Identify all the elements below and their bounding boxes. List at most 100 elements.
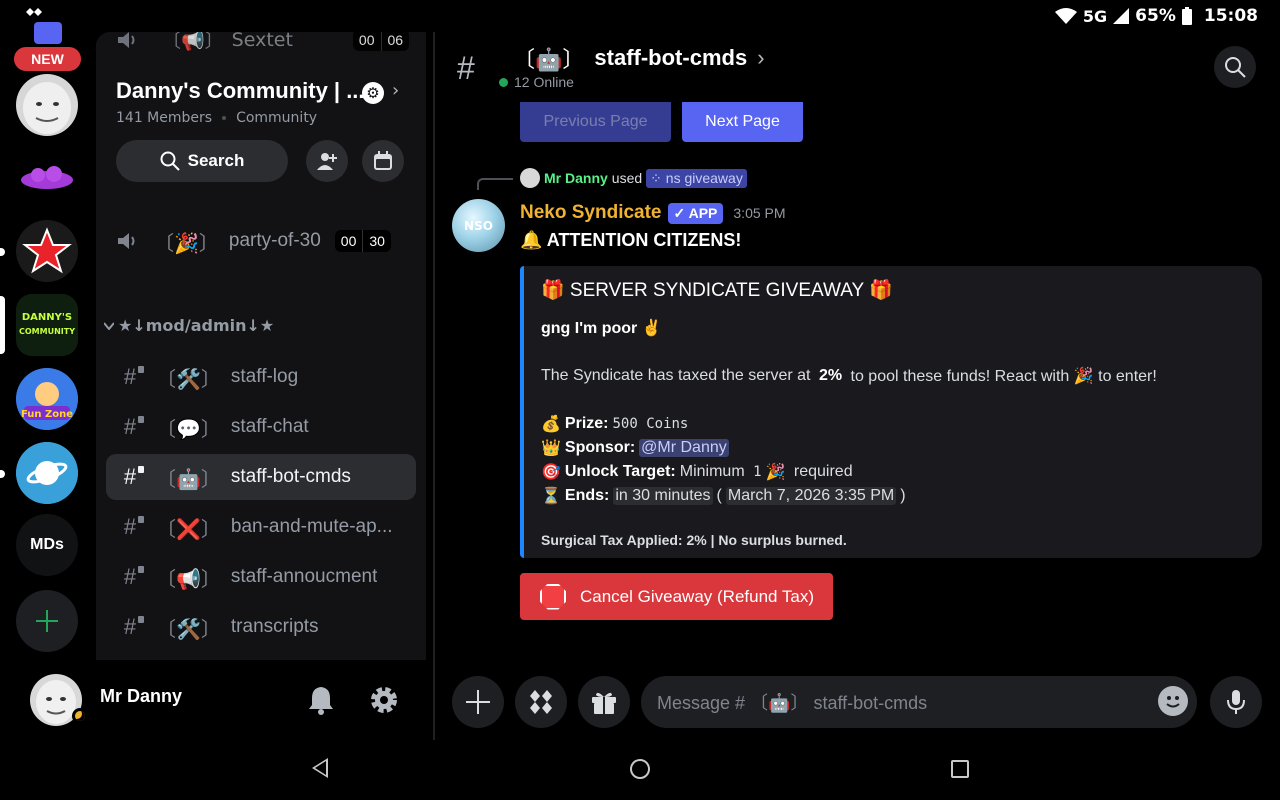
- bot-avatar[interactable]: NSO: [452, 199, 505, 252]
- hourglass-icon: ⏳: [541, 488, 561, 505]
- add-server-button[interactable]: [16, 590, 78, 652]
- voice-message-button[interactable]: [1210, 676, 1262, 728]
- channel-staff-annoucment[interactable]: # 〔📢〕 staff-annoucment: [106, 554, 416, 600]
- separator-dot: [222, 116, 227, 120]
- unlock-post: required: [789, 463, 853, 480]
- body-text-post: to pool these funds! React with 🎉 to ent…: [846, 368, 1157, 385]
- speaker-icon: [118, 233, 135, 249]
- embed-body: The Syndicate has taxed the server at 2%…: [541, 366, 1157, 386]
- channel-name: Sextet: [231, 32, 293, 51]
- prize-line: 💰 Prize: 500 Coins: [541, 414, 688, 434]
- member-count: 141 Members: [116, 110, 213, 126]
- user-name[interactable]: Mr Danny: [100, 686, 182, 707]
- settings-gear-icon[interactable]: [368, 684, 400, 716]
- cloud-icon: [21, 166, 73, 189]
- party-popper-icon: 🎉: [765, 464, 786, 481]
- unlock-line: 🎯 Unlock Target: Minimum 1 🎉 required: [541, 462, 853, 482]
- channel-header: # 〔🤖〕 staff-bot-cmds › 12 Online: [435, 32, 1280, 104]
- category-mod-admin[interactable]: ★↓mod/admin↓★: [104, 316, 274, 335]
- gift-icon: [592, 692, 616, 714]
- signal-icon: [1113, 8, 1130, 24]
- invite-members-button[interactable]: [306, 140, 348, 182]
- server-icon-mds[interactable]: MDs: [16, 514, 78, 576]
- channel-transcripts[interactable]: # 〔🛠️〕 transcripts: [106, 604, 416, 650]
- stop-sign-icon: [540, 583, 566, 610]
- unread-indicator: [0, 470, 5, 478]
- guild-type: Community: [236, 110, 318, 126]
- guild-name[interactable]: Danny's Community | ...: [116, 78, 365, 104]
- unlock-number: 1: [753, 464, 762, 480]
- emoji-picker-icon[interactable]: [1158, 686, 1188, 716]
- prize-label: Prize:: [564, 415, 609, 432]
- unread-indicator: [0, 248, 5, 256]
- events-button[interactable]: [362, 140, 404, 182]
- server-icon-planet[interactable]: [16, 442, 78, 504]
- server-icon-meme-face[interactable]: [16, 74, 78, 136]
- voice-channel-party-of-30[interactable]: 〔🎉〕 party-of-30 00 30: [106, 218, 416, 264]
- next-page-button[interactable]: Next Page: [682, 102, 803, 142]
- direct-messages-icon[interactable]: [34, 22, 62, 44]
- idle-status-icon: [72, 708, 88, 724]
- microphone-icon: [1227, 690, 1245, 714]
- channel-staff-log[interactable]: # 〔🛠️〕 staff-log: [106, 354, 416, 400]
- voice-user-count: 00 30: [334, 230, 391, 252]
- chevron-right-icon: ›: [757, 45, 765, 70]
- sponsor-mention[interactable]: @Mr Danny: [639, 439, 729, 457]
- guild-settings-gear-icon[interactable]: ⚙: [362, 82, 384, 104]
- svg-text:DANNY'S: DANNY'S: [22, 312, 72, 323]
- plus-icon: [466, 690, 490, 714]
- chevron-right-icon[interactable]: ›: [392, 80, 399, 101]
- channel-emoji: 〔🤖〕: [513, 47, 585, 72]
- channel-emoji: 〔📢〕: [156, 566, 221, 591]
- server-icon-red-star[interactable]: [16, 220, 78, 282]
- add-user-icon: [317, 153, 337, 170]
- channel-staff-chat[interactable]: # 〔💬〕 staff-chat: [106, 404, 416, 450]
- back-nav-icon[interactable]: [312, 758, 328, 778]
- channel-ban-and-mute[interactable]: # 〔❌〕 ban-and-mute-ap...: [106, 504, 416, 550]
- user-panel: Mr Danny: [0, 660, 434, 740]
- message-author[interactable]: Neko Syndicate: [520, 202, 662, 224]
- status-bar: 5G 65% 15:08: [0, 0, 1280, 34]
- recents-nav-icon[interactable]: [951, 760, 969, 778]
- ends-label: Ends:: [564, 487, 610, 504]
- attach-plus-button[interactable]: [452, 676, 504, 728]
- channel-staff-bot-cmds[interactable]: # 〔🤖〕 staff-bot-cmds: [106, 454, 416, 500]
- home-nav-icon[interactable]: [630, 759, 650, 779]
- server-icon-fun-zone[interactable]: Fun Zone: [16, 368, 78, 430]
- apps-button[interactable]: [515, 676, 567, 728]
- channel-name: transcripts: [230, 616, 319, 637]
- new-badge: NEW: [11, 44, 84, 74]
- server-icon-purple-cloud[interactable]: [16, 148, 78, 210]
- cancel-giveaway-button[interactable]: Cancel Giveaway (Refund Tax): [520, 573, 833, 620]
- cancel-label: Cancel Giveaway (Refund Tax): [580, 586, 815, 606]
- search-label: Search: [187, 151, 245, 170]
- smile-icon: [1166, 696, 1180, 708]
- open-paren: (: [716, 487, 722, 504]
- slash-command[interactable]: ⁘ ns giveaway: [646, 168, 747, 188]
- voice-count-limit: 06: [380, 32, 410, 51]
- message-input[interactable]: Message # 〔🤖〕 staff-bot-cmds: [641, 676, 1197, 728]
- planet-icon: [16, 442, 78, 504]
- apps-icon: [530, 690, 552, 714]
- svg-text:COMMUNITY: COMMUNITY: [19, 327, 75, 336]
- server-icon-dannys-community[interactable]: DANNY'S COMMUNITY: [16, 294, 78, 356]
- previous-page-button[interactable]: Previous Page: [520, 102, 671, 142]
- hash-lock-icon: #: [118, 614, 144, 640]
- message-content: 🔔 ATTENTION CITIZENS!: [520, 230, 742, 250]
- embed-footer: Surgical Tax Applied: 2% | No surplus bu…: [541, 532, 847, 548]
- reply-user: Mr Danny: [544, 170, 608, 186]
- prize-value: 500 Coins: [612, 416, 689, 432]
- partial-channel-sextet[interactable]: 〔📢〕 Sextet 00 06: [118, 32, 410, 53]
- channel-search-button[interactable]: [1214, 46, 1256, 88]
- ends-absolute-time[interactable]: March 7, 2026 3:35 PM: [725, 487, 897, 505]
- reply-connector: [477, 178, 513, 190]
- interaction-reply[interactable]: Mr Danny used ⁘ ns giveaway: [520, 168, 747, 188]
- notifications-bell-icon[interactable]: [305, 684, 337, 716]
- channel-title[interactable]: 〔🤖〕 staff-bot-cmds ›: [513, 42, 765, 74]
- gift-button[interactable]: [578, 676, 630, 728]
- channel-emoji: 〔🎉〕: [154, 230, 219, 255]
- ends-relative-time[interactable]: in 30 minutes: [613, 487, 713, 505]
- hash-lock-icon: #: [118, 414, 144, 440]
- voice-count-limit: 30: [362, 230, 391, 252]
- search-button[interactable]: Search: [116, 140, 288, 182]
